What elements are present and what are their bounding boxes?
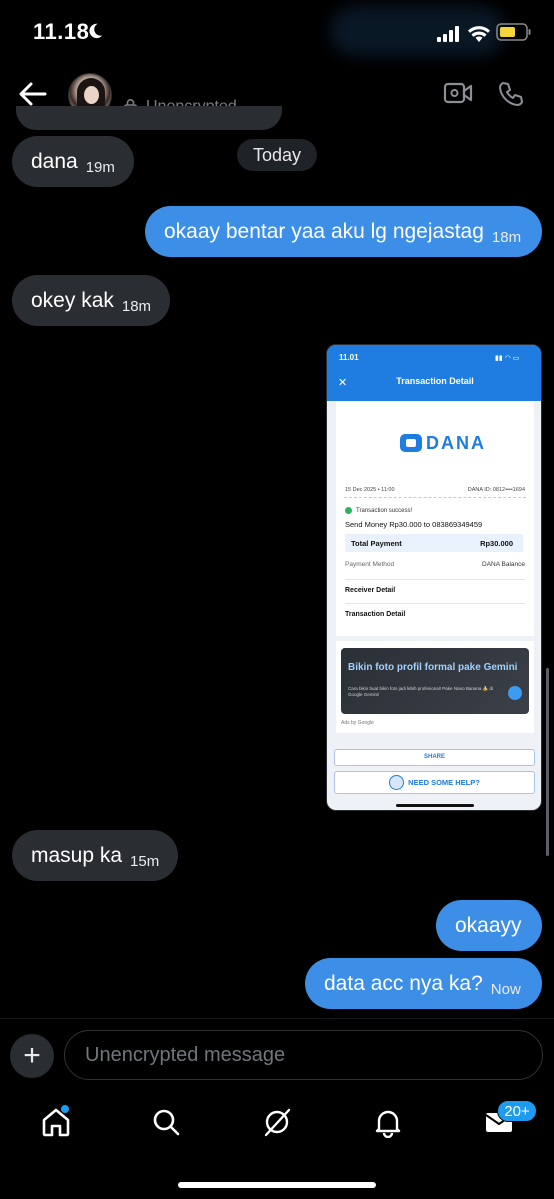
message-bubble-incoming[interactable]: masup ka 15m bbox=[12, 830, 179, 881]
date-separator: Today bbox=[237, 139, 317, 171]
divider bbox=[344, 497, 526, 498]
status-bar: 11.18 bbox=[0, 0, 554, 66]
check-icon bbox=[345, 507, 352, 514]
help-avatar-icon bbox=[389, 775, 405, 790]
message-text: dana bbox=[31, 149, 78, 173]
message-time: 18m bbox=[121, 298, 152, 315]
help-label: NEED SOME HELP? bbox=[408, 778, 480, 787]
payment-method-value: DANA Balance bbox=[482, 561, 525, 568]
message-bubble-outgoing[interactable]: okaayy bbox=[436, 900, 542, 951]
message-bubble-incoming[interactable]: dana 19m bbox=[12, 136, 134, 187]
bottom-navigation: 20+ bbox=[0, 1090, 554, 1199]
home-indicator bbox=[178, 1182, 376, 1188]
message-text: masup ka bbox=[31, 843, 123, 867]
signal-icon bbox=[437, 26, 459, 42]
phone-icon[interactable] bbox=[497, 80, 525, 108]
battery-icon bbox=[496, 23, 531, 41]
total-label: Total Payment bbox=[351, 539, 402, 548]
grok-icon[interactable] bbox=[261, 1106, 293, 1138]
image-attachment[interactable]: 11.01 ▮▮ ◠ ▭ ✕ Transaction Detail DANA 1… bbox=[326, 344, 542, 811]
success-text: Transaction success! bbox=[356, 507, 413, 514]
total-payment-row: Total Payment Rp30.000 bbox=[345, 534, 523, 552]
message-text: data acc nya ka? bbox=[324, 971, 483, 995]
notification-dot bbox=[60, 1104, 70, 1114]
message-text: okey kak bbox=[31, 288, 114, 312]
ad-headline: Bikin foto profil formal pake Gemini bbox=[348, 662, 518, 673]
success-status: Transaction success! bbox=[345, 507, 412, 514]
dana-logo: DANA bbox=[400, 429, 490, 457]
ad-subtext: Cara bikin buat bikin foto jadi lebih pr… bbox=[348, 686, 493, 697]
divider bbox=[345, 579, 525, 580]
receipt-dana-id: DANA ID: 0812••••1694 bbox=[467, 487, 525, 493]
ad-attribution: Ads by Google bbox=[341, 720, 374, 726]
search-icon[interactable] bbox=[150, 1106, 182, 1138]
message-bubble-outgoing[interactable]: okaay bentar yaa aku lg ngejastag 18m bbox=[145, 206, 542, 257]
share-button: SHARE bbox=[334, 749, 535, 766]
receipt-date: 15 Dec 2025 • 11:00 bbox=[345, 487, 395, 493]
attachment-title: Transaction Detail bbox=[396, 376, 474, 386]
total-value: Rp30.000 bbox=[480, 539, 513, 548]
back-arrow-icon[interactable] bbox=[18, 80, 48, 108]
bell-icon[interactable] bbox=[372, 1106, 404, 1138]
message-bubble-outgoing[interactable]: data acc nya ka? Now bbox=[305, 958, 542, 1009]
mail-badge: 20+ bbox=[497, 1100, 537, 1122]
plus-icon[interactable]: + bbox=[10, 1034, 54, 1078]
attachment-app-bar: 11.01 ▮▮ ◠ ▭ ✕ Transaction Detail bbox=[327, 345, 541, 401]
send-money-line: Send Money Rp30.000 to 083869349459 bbox=[345, 520, 483, 529]
ad-banner: Bikin foto profil formal pake Gemini Car… bbox=[341, 648, 529, 714]
ad-card: Bikin foto profil formal pake Gemini Car… bbox=[336, 641, 534, 733]
moon-icon bbox=[89, 23, 103, 39]
home-indicator bbox=[396, 804, 474, 807]
message-bubble-incoming[interactable]: okey kak 18m bbox=[12, 275, 171, 326]
dana-logo-text: DANA bbox=[426, 432, 486, 453]
status-time: 11.18 bbox=[33, 19, 90, 44]
video-call-icon[interactable] bbox=[443, 81, 473, 105]
message-time: Now bbox=[490, 981, 521, 998]
transaction-detail-label: Transaction Detail bbox=[345, 611, 406, 618]
message-input[interactable] bbox=[64, 1030, 543, 1080]
message-text: okaayy bbox=[455, 913, 522, 937]
message-text: okaay bentar yaa aku lg ngejastag bbox=[164, 219, 484, 243]
message-time: 19m bbox=[85, 159, 115, 176]
payment-method-label: Payment Method bbox=[345, 561, 395, 568]
previous-message-bubble bbox=[16, 106, 282, 130]
divider bbox=[345, 603, 525, 604]
help-button: NEED SOME HELP? bbox=[334, 771, 535, 794]
message-time: 15m bbox=[130, 853, 160, 870]
arrow-right-icon bbox=[508, 686, 522, 700]
message-composer: + bbox=[0, 1018, 554, 1090]
dana-logo-icon bbox=[400, 434, 422, 452]
message-time: 18m bbox=[491, 229, 522, 246]
scrollbar[interactable] bbox=[546, 668, 549, 856]
receipt-card: DANA 15 Dec 2025 • 11:00 DANA ID: 0812••… bbox=[336, 401, 534, 636]
attachment-status-icons: ▮▮ ◠ ▭ bbox=[495, 355, 520, 362]
attachment-time: 11.01 bbox=[339, 353, 359, 362]
wifi-icon bbox=[468, 26, 490, 42]
receiver-detail-label: Receiver Detail bbox=[345, 587, 396, 594]
